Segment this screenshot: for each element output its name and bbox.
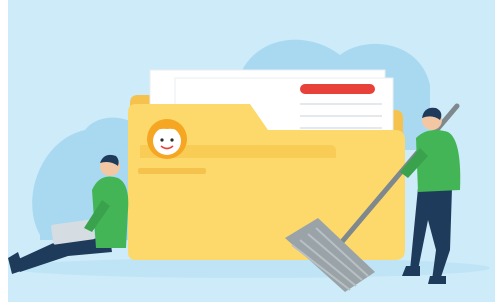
folder-cleanup-illustration (8, 39, 490, 292)
person-sitting-shoe (8, 252, 24, 274)
red-label-bar (300, 84, 375, 94)
person-standing-shoe-right (428, 276, 446, 284)
folder-label-line (138, 168, 206, 174)
face-badge-icon (147, 119, 187, 159)
illustration-scene (0, 0, 495, 302)
